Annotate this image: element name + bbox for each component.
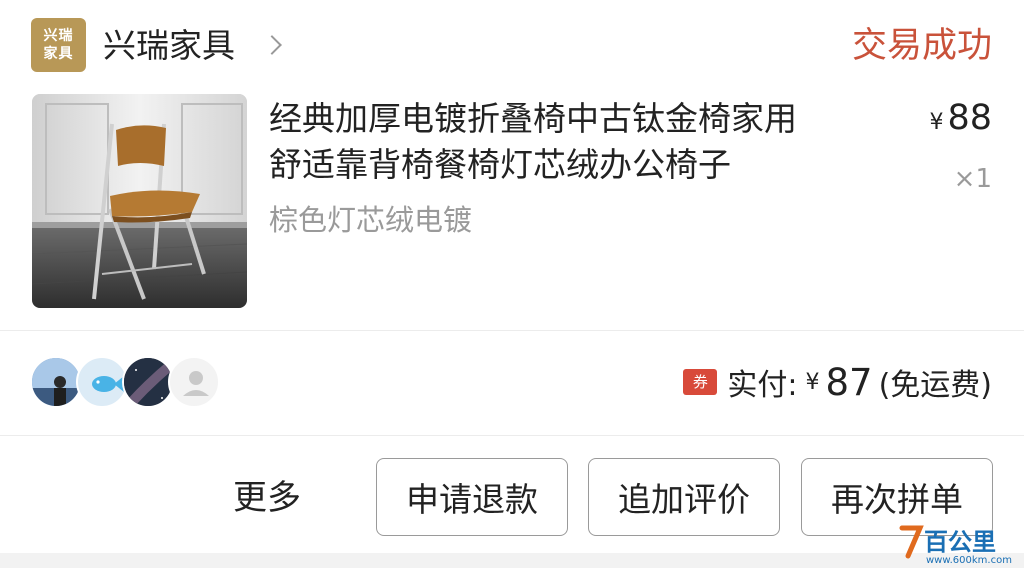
payment-summary: 券 实付: ¥ 87 (免运费)	[683, 360, 992, 404]
paid-currency: ¥	[805, 369, 820, 395]
product-image[interactable]	[32, 94, 247, 308]
product-title[interactable]: 经典加厚电镀折叠椅中古钛金椅家用 舒适靠背椅餐椅灯芯绒办公椅子	[269, 96, 889, 188]
watermark-brand-mark: 百公里 www.600km.com	[899, 525, 1012, 566]
paid-label: 实付:	[727, 368, 798, 403]
svg-text:www.600km.com: www.600km.com	[926, 555, 1012, 566]
divider	[0, 435, 1024, 436]
galaxy-photo-avatar	[124, 358, 172, 406]
shipping-note: (免运费)	[878, 368, 992, 403]
coupon-badge: 券	[683, 369, 718, 395]
shop-logo-line-1: 兴瑞	[43, 28, 74, 44]
product-title-line-1: 经典加厚电镀折叠椅中古钛金椅家用	[269, 99, 797, 138]
add-review-button[interactable]: 追加评价	[588, 458, 780, 536]
watermark-logo: 百公里 www.600km.com	[898, 520, 1018, 566]
avatar	[30, 356, 82, 408]
product-title-line-2: 舒适靠背椅餐椅灯芯绒办公椅子	[269, 145, 731, 184]
avatar	[76, 356, 128, 408]
price-value: 88	[947, 98, 992, 138]
order-status: 交易成功	[851, 26, 992, 66]
product-price: ¥88	[929, 96, 992, 145]
price-currency: ¥	[929, 110, 944, 135]
refund-button[interactable]: 申请退款	[376, 458, 568, 536]
svg-text:百公里: 百公里	[924, 528, 996, 556]
fish-icon	[92, 376, 124, 392]
avatar	[122, 356, 174, 408]
avatar-placeholder	[168, 356, 220, 408]
more-button[interactable]: 更多	[233, 476, 301, 520]
product-quantity: ×1	[953, 164, 992, 194]
shop-name[interactable]: 兴瑞家具	[103, 26, 235, 66]
person-photo-avatar	[32, 358, 80, 406]
bottom-bar	[0, 553, 1024, 568]
user-icon	[183, 371, 209, 396]
product-variant: 棕色灯芯绒电镀	[269, 203, 473, 237]
divider	[0, 330, 1024, 331]
paid-amount: 87	[825, 360, 873, 404]
shop-logo[interactable]: 兴瑞 家具	[31, 18, 86, 72]
chevron-right-icon[interactable]	[262, 35, 282, 55]
folding-chair-image	[32, 94, 247, 308]
shop-logo-line-2: 家具	[43, 46, 74, 62]
